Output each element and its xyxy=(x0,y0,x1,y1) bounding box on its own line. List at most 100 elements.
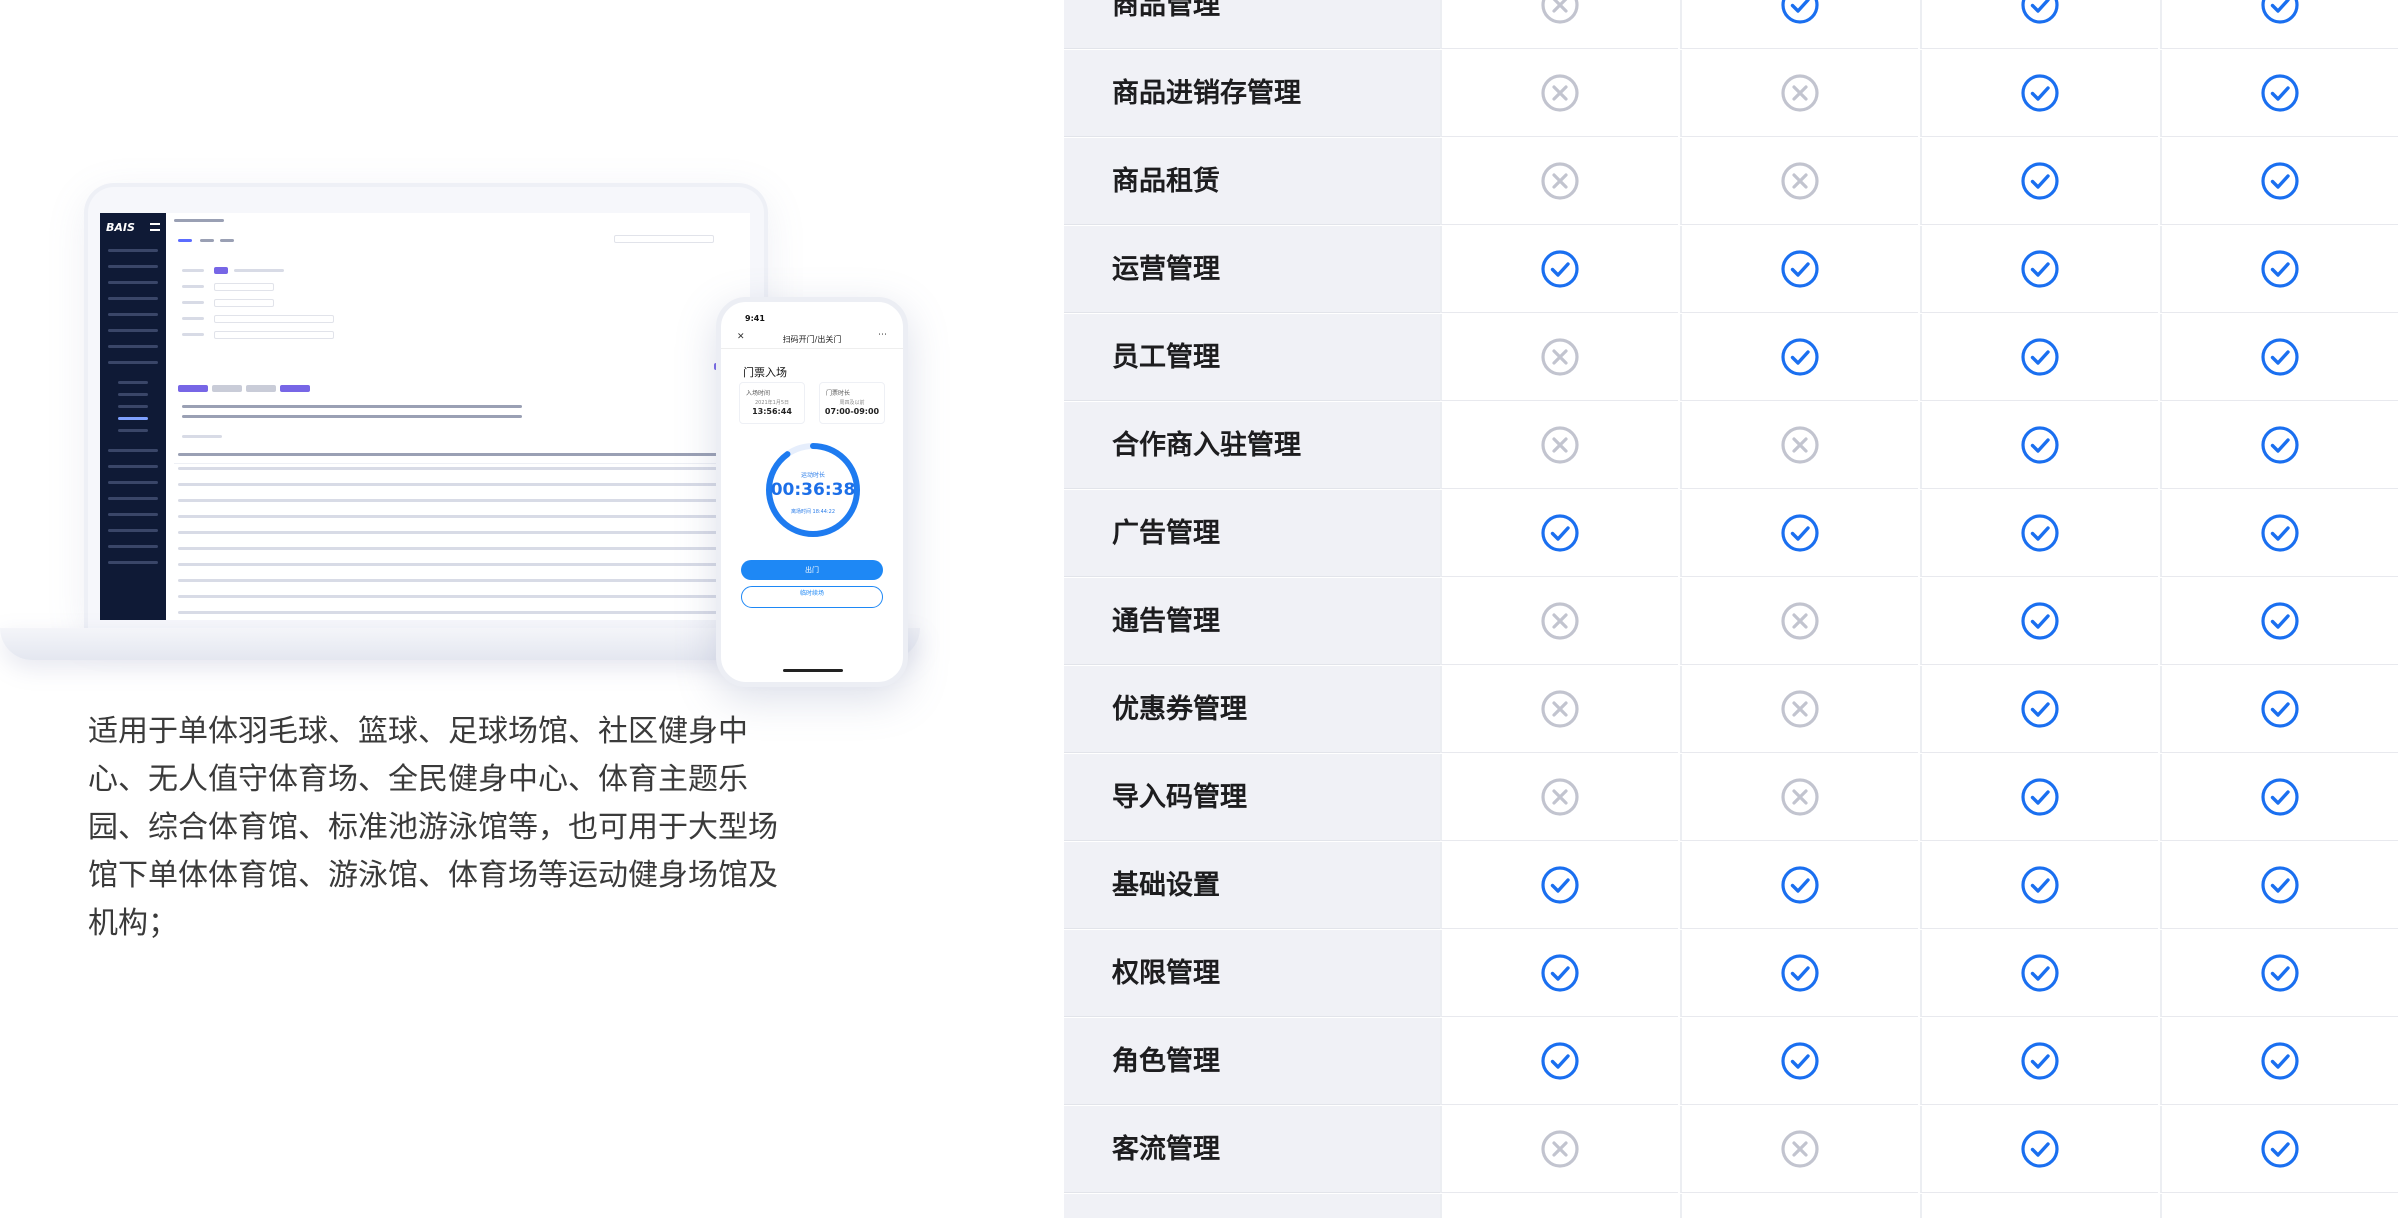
check-icon xyxy=(2021,954,2059,992)
table-next-row xyxy=(1064,1194,2402,1218)
check-icon xyxy=(2021,778,2059,816)
feature-comparison-table: 商品管理 商品进销存管理 商品租赁 运营管理 员工管理 合作商入驻管理 广告管理 通告管理 优惠… xyxy=(1064,0,2402,1194)
feature-cell xyxy=(1920,50,2158,137)
check-icon xyxy=(2261,866,2299,904)
feature-row: 合作商入驻管理 xyxy=(1064,402,2402,490)
check-icon xyxy=(2261,338,2299,376)
feature-cell xyxy=(2160,842,2398,929)
table-row xyxy=(178,563,728,566)
phone-mockup: 9:41 ✕ 扫码开门/出关门 ⋯ 门票入场 入场时间 2021年1月5日 13… xyxy=(716,297,908,687)
feature-name: 广告管理 xyxy=(1064,490,1440,577)
feature-cell xyxy=(1440,754,1678,841)
check-icon xyxy=(2021,250,2059,288)
filter-chips xyxy=(234,269,284,272)
check-icon xyxy=(1781,514,1819,552)
sidebar-item xyxy=(108,513,158,516)
feature-cell xyxy=(1440,0,1678,49)
cross-icon xyxy=(1781,1130,1819,1168)
column-divider xyxy=(2160,1194,2162,1218)
cross-icon xyxy=(1781,162,1819,200)
feature-cell xyxy=(1440,138,1678,225)
tab-active xyxy=(178,239,192,242)
table-row xyxy=(174,463,732,464)
app-sidebar: BAIS xyxy=(100,213,166,620)
ticket-sub: 周四及以前 xyxy=(839,400,865,406)
table-header xyxy=(178,453,728,456)
column-divider xyxy=(1920,1194,1922,1218)
filter-field xyxy=(214,331,334,339)
cross-icon xyxy=(1781,690,1819,728)
feature-cell xyxy=(2160,754,2398,841)
feature-cell xyxy=(2160,226,2398,313)
feature-name: 商品进销存管理 xyxy=(1064,50,1440,137)
feature-cell xyxy=(1920,0,2158,49)
check-icon xyxy=(2021,74,2059,112)
check-icon xyxy=(1781,0,1819,24)
feature-name-cell xyxy=(1064,1194,1440,1218)
sidebar-item xyxy=(108,561,158,564)
feature-row: 角色管理 xyxy=(1064,1018,2402,1106)
action-button xyxy=(246,385,276,392)
feature-row: 导入码管理 xyxy=(1064,754,2402,842)
sidebar-item xyxy=(108,449,158,452)
entry-time-label: 入场时间 xyxy=(746,390,771,397)
divider xyxy=(721,348,903,349)
sidebar-item xyxy=(108,345,158,348)
check-icon xyxy=(2261,514,2299,552)
sidebar-item xyxy=(108,329,158,332)
table-row xyxy=(178,515,728,518)
check-icon xyxy=(1541,866,1579,904)
sidebar-item xyxy=(108,481,158,484)
check-icon xyxy=(2021,866,2059,904)
feature-cell xyxy=(1440,930,1678,1017)
check-icon xyxy=(2021,0,2059,24)
check-icon xyxy=(2261,0,2299,24)
feature-cell xyxy=(2160,0,2398,49)
description-text: 适用于单体羽毛球、篮球、足球场馆、社区健身中心、无人值守体育场、全民健身中心、体… xyxy=(88,714,778,941)
feature-cell xyxy=(1440,666,1678,753)
entry-time-card: 入场时间 2021年1月5日 13:56:44 xyxy=(739,382,805,424)
check-icon xyxy=(2261,602,2299,640)
search-field xyxy=(614,235,714,243)
sidebar-item xyxy=(108,249,158,252)
sidebar-subitem xyxy=(118,429,148,432)
cross-icon xyxy=(1541,1130,1579,1168)
feature-cell xyxy=(1680,50,1918,137)
feature-cell xyxy=(1440,226,1678,313)
feature-row: 商品进销存管理 xyxy=(1064,50,2402,138)
check-icon xyxy=(2021,1130,2059,1168)
feature-cell xyxy=(1920,490,2158,577)
feature-cell xyxy=(2160,578,2398,665)
feature-cell xyxy=(1680,754,1918,841)
feature-cell xyxy=(2160,1106,2398,1193)
feature-row: 权限管理 xyxy=(1064,930,2402,1018)
sidebar-item xyxy=(108,529,158,532)
entry-date: 2021年1月5日 xyxy=(754,400,790,406)
feature-name: 商品管理 xyxy=(1064,0,1440,49)
app-logo: BAIS xyxy=(106,221,135,234)
feature-cell xyxy=(1440,1106,1678,1193)
table-row xyxy=(178,611,728,614)
feature-cell xyxy=(2160,138,2398,225)
check-icon xyxy=(1781,250,1819,288)
column-divider xyxy=(1440,1194,1442,1218)
check-icon xyxy=(1541,250,1579,288)
feature-cell xyxy=(2160,930,2398,1017)
feature-cell xyxy=(1920,138,2158,225)
tab xyxy=(200,239,214,242)
feature-cell xyxy=(1680,1018,1918,1105)
feature-name: 合作商入驻管理 xyxy=(1064,402,1440,489)
feature-cell xyxy=(1680,578,1918,665)
feature-cell xyxy=(1440,50,1678,137)
renew-button: 临时续场 xyxy=(741,586,883,608)
check-icon xyxy=(1781,338,1819,376)
feature-row: 优惠券管理 xyxy=(1064,666,2402,754)
check-icon xyxy=(2261,74,2299,112)
feature-cell xyxy=(1680,842,1918,929)
feature-cell xyxy=(1680,138,1918,225)
check-icon xyxy=(2261,690,2299,728)
phone-title: 扫码开门/出关门 xyxy=(782,335,842,344)
feature-cell xyxy=(1920,1106,2158,1193)
table-row xyxy=(178,595,728,598)
filter-field xyxy=(214,315,334,323)
